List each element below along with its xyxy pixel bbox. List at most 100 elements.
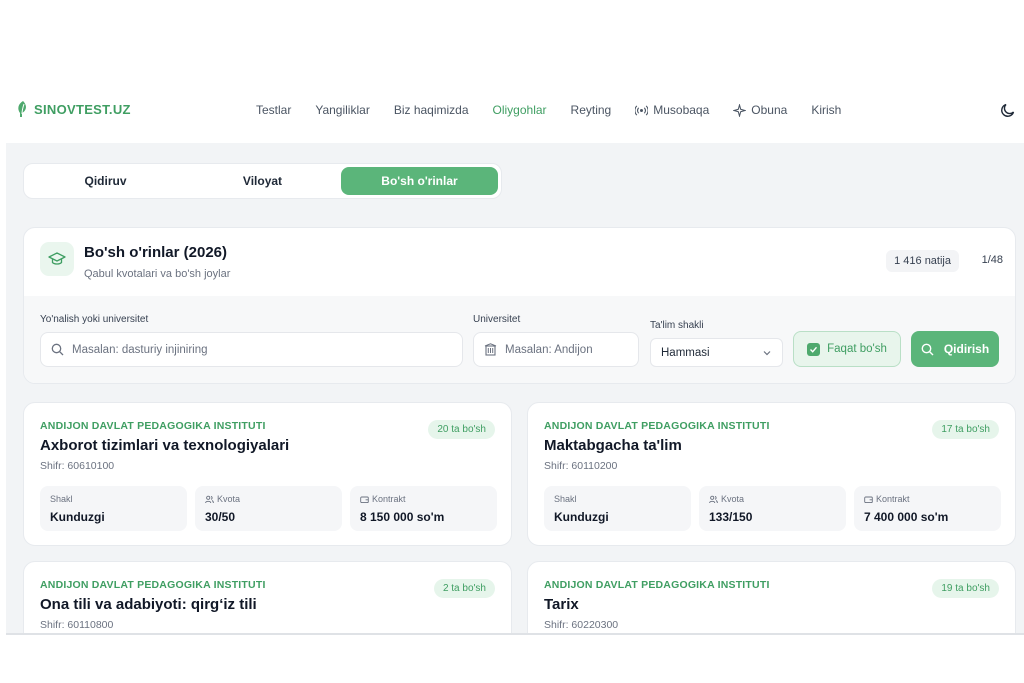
nav-musobaqa[interactable]: Musobaqa (635, 103, 709, 117)
wallet-icon (864, 496, 873, 503)
nav-yangiliklar-label: Yangiliklar (315, 103, 370, 117)
panel-subtitle: Qabul kvotalari va bo'sh joylar (84, 268, 231, 280)
stat-value: 133/150 (709, 510, 753, 524)
only-vacant-label: Faqat bo'sh (827, 343, 887, 355)
stat-label: Shakl (554, 494, 577, 504)
filter-bar: Yo'nalish yoki universitet Masalan: dast… (24, 296, 1015, 383)
search-button[interactable]: Qidirish (911, 331, 999, 367)
card-code: Shifr: 60110800 (40, 619, 114, 631)
nav-biz-haqimizda[interactable]: Biz haqimizda (394, 103, 469, 117)
vacancies-panel: Bo'sh o'rinlar (2026) Qabul kvotalari va… (23, 227, 1016, 384)
nav-reyting[interactable]: Reyting (571, 103, 612, 117)
leaf-logo-icon (18, 101, 26, 117)
direction-placeholder: Masalan: dasturiy injiniring (72, 343, 208, 356)
nav-kirish-label: Kirish (811, 103, 842, 117)
vacancy-badge: 19 ta bo'sh (932, 579, 999, 598)
stat-value: 30/50 (205, 510, 236, 524)
tab-bosh-orinlar[interactable]: Bo'sh o'rinlar (341, 167, 498, 195)
chevron-down-icon (763, 350, 771, 355)
site-logo[interactable]: SINOVTEST.UZ (16, 100, 131, 118)
panel-header: Bo'sh o'rinlar (2026) Qabul kvotalari va… (24, 228, 1015, 296)
stat-shakl: Shakl Kunduzgi (40, 486, 187, 531)
search-button-label: Qidirish (943, 342, 990, 356)
nav-testlar[interactable]: Testlar (256, 103, 291, 117)
sparkle-icon (733, 103, 747, 117)
stat-kontrakt: Kontrakt 8 150 000 so'm (350, 486, 497, 531)
nav-kirish[interactable]: Kirish (811, 103, 841, 117)
results-count: 1 416 natija (886, 250, 959, 272)
vacancy-badge: 20 ta bo'sh (428, 420, 495, 439)
stat-label-text: Kvota (721, 494, 745, 504)
nav-oliygohlar-label: Oliygohlar (492, 103, 547, 117)
only-vacant-toggle[interactable]: Faqat bo'sh (793, 331, 901, 367)
vacancy-badge: 2 ta bo'sh (433, 579, 495, 598)
stat-shakl: Shakl Kunduzgi (544, 486, 691, 531)
card-code: Shifr: 60610100 (40, 460, 115, 472)
nav-obuna[interactable]: Obuna (733, 103, 787, 117)
stat-kvota: Kvota 133/150 (699, 486, 846, 531)
stat-label: Kontrakt (864, 494, 910, 504)
page-frame: SINOVTEST.UZ Testlar Yangiliklar Biz haq… (0, 0, 1024, 683)
nav-oliygohlar[interactable]: Oliygohlar (493, 103, 547, 117)
top-nav: SINOVTEST.UZ Testlar Yangiliklar Biz haq… (6, 80, 1024, 143)
tab-qidiruv[interactable]: Qidiruv (27, 167, 184, 195)
stat-label: Shakl (50, 494, 73, 504)
study-form-label: Ta'lim shakli (650, 320, 704, 331)
study-form-value: Hammasi (661, 346, 710, 359)
program-card[interactable]: ANDIJON DAVLAT PEDAGOGIKA INSTITUTI 2 ta… (23, 561, 512, 635)
card-title: Ona tili va adabiyoti: qirg‘iz tili (40, 596, 257, 613)
logo-text: SINOVTEST.UZ (34, 101, 131, 117)
graduation-cap-badge (40, 242, 74, 276)
nav-biz-haqimizda-label: Biz haqimizda (393, 103, 469, 117)
card-title: Maktabgacha ta'lim (544, 437, 682, 454)
nav-musobaqa-label: Musobaqa (653, 103, 710, 117)
graduation-cap-icon (48, 252, 66, 265)
direction-label: Yo'nalish yoki universitet (40, 314, 149, 325)
page-indicator: 1/48 (981, 254, 1003, 266)
university-input[interactable]: Masalan: Andijon (473, 332, 639, 367)
panel-title: Bo'sh o'rinlar (2026) (84, 244, 228, 261)
card-stats: Shakl Kunduzgi Kvota 133/150 Kontrakt 7 … (544, 486, 1001, 531)
card-title: Tarix (544, 596, 579, 613)
checkbox-checked-icon (807, 342, 821, 356)
stat-label-text: Kvota (217, 494, 241, 504)
card-university: ANDIJON DAVLAT PEDAGOGIKA INSTITUTI (40, 579, 266, 591)
view-tabs: Qidiruv Viloyat Bo'sh o'rinlar (23, 163, 502, 199)
browser-viewport: SINOVTEST.UZ Testlar Yangiliklar Biz haq… (6, 80, 1024, 635)
tab-viloyat[interactable]: Viloyat (184, 167, 341, 195)
stat-label: Kontrakt (360, 494, 406, 504)
program-card[interactable]: ANDIJON DAVLAT PEDAGOGIKA INSTITUTI 20 t… (23, 402, 512, 546)
stat-label-text: Shakl (554, 494, 577, 504)
study-form-select[interactable]: Hammasi (650, 338, 783, 367)
nav-reyting-label: Reyting (570, 103, 612, 117)
card-code: Shifr: 60220300 (544, 619, 619, 631)
program-card[interactable]: ANDIJON DAVLAT PEDAGOGIKA INSTITUTI 19 t… (527, 561, 1016, 635)
nav-obuna-label: Obuna (751, 103, 788, 117)
stat-value: Kunduzgi (554, 510, 609, 524)
stat-kvota: Kvota 30/50 (195, 486, 342, 531)
nav-testlar-label: Testlar (256, 103, 292, 117)
stat-value: Kunduzgi (50, 510, 105, 524)
search-icon (51, 343, 64, 356)
program-card[interactable]: ANDIJON DAVLAT PEDAGOGIKA INSTITUTI 17 t… (527, 402, 1016, 546)
university-label: Universitet (473, 314, 521, 325)
search-button-icon (921, 343, 934, 355)
users-icon (205, 495, 214, 503)
moon-icon[interactable] (1000, 102, 1016, 118)
nav-yangiliklar[interactable]: Yangiliklar (315, 103, 369, 117)
stat-label: Kvota (205, 494, 240, 504)
users-icon (709, 495, 718, 503)
stat-label: Kvota (709, 494, 744, 504)
card-code: Shifr: 60110200 (544, 460, 618, 472)
stat-label-text: Kontrakt (876, 494, 910, 504)
stat-kontrakt: Kontrakt 7 400 000 so'm (854, 486, 1001, 531)
card-university: ANDIJON DAVLAT PEDAGOGIKA INSTITUTI (544, 420, 770, 432)
university-placeholder: Masalan: Andijon (505, 343, 593, 356)
direction-search-input[interactable]: Masalan: dasturiy injiniring (40, 332, 463, 367)
stat-label-text: Kontrakt (372, 494, 406, 504)
viewport-bottom-edge (6, 633, 1024, 635)
wallet-icon (360, 496, 369, 503)
card-title: Axborot tizimlari va texnologiyalari (40, 437, 290, 454)
vacancy-badge: 17 ta bo'sh (932, 420, 999, 439)
stat-label-text: Shakl (50, 494, 73, 504)
